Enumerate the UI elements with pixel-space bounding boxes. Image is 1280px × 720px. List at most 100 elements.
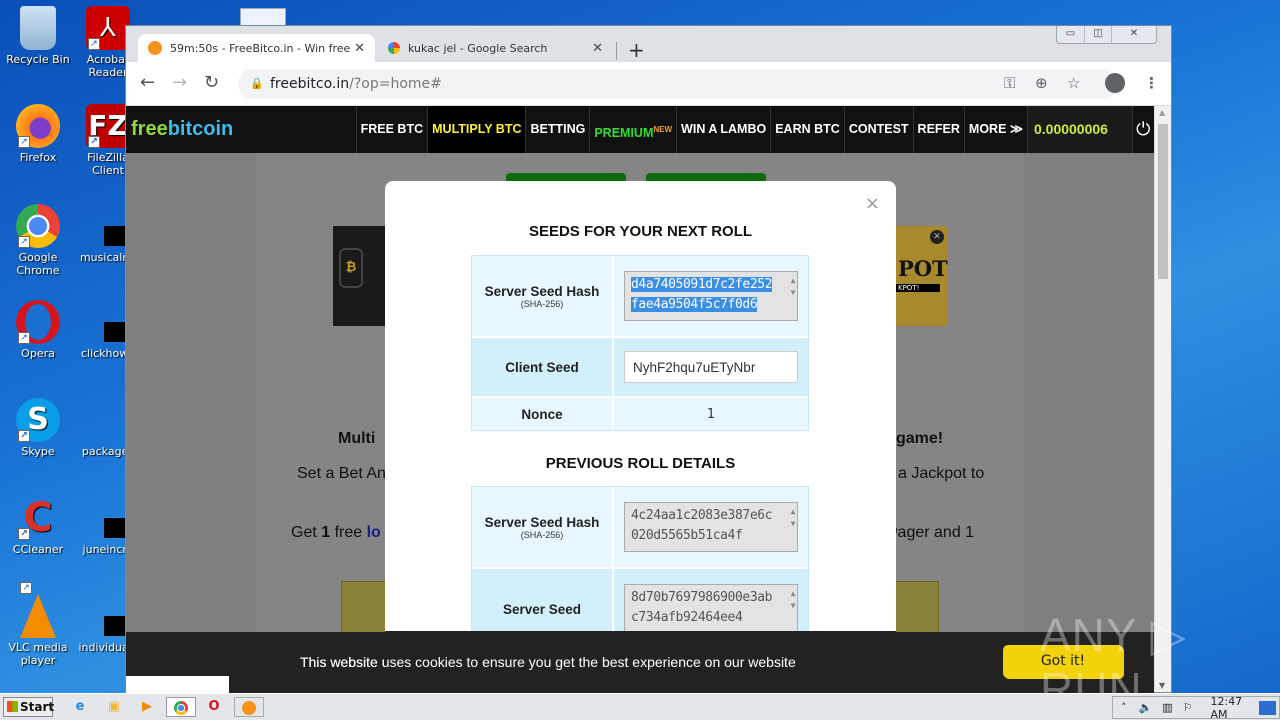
client-seed-input[interactable] [624,351,798,383]
nav-earn-btc[interactable]: EARN BTC [770,106,844,153]
chrome-icon: ↗ [16,204,60,248]
taskbar-media-player-icon[interactable]: ▶ [133,697,161,717]
prev-server-seed-textarea[interactable]: 8d70b7697986900e3abc734afb92464ee4 ▲ ▼ [624,584,798,634]
previous-roll-title: PREVIOUS ROLL DETAILS [545,455,736,472]
desktop-icon-ccleaner[interactable]: C ↗ CCleaner [0,496,76,556]
menu-kebab-icon[interactable]: ⋮ [1144,74,1159,92]
clock[interactable]: 12:47 AM [1210,695,1259,720]
back-icon[interactable]: ← [140,72,155,93]
key-icon[interactable]: ⚿ [1004,74,1015,92]
lottery-link[interactable]: lo [367,524,381,541]
nav-refer[interactable]: REFER [912,106,964,153]
ccleaner-icon: C ↗ [16,496,60,540]
network-icon[interactable]: ▥ [1162,701,1172,714]
maximize-button[interactable]: ◫ [1084,26,1111,43]
new-tab-button[interactable]: + [628,38,645,62]
close-tab-icon[interactable]: ✕ [354,41,365,56]
next-roll-title: SEEDS FOR YOUR NEXT ROLL [528,223,753,240]
site-header: freebitcoin FREE BTC MULTIPLY BTC BETTIN… [126,106,1154,184]
desktop-icon-opera[interactable]: ↗ Opera [0,300,76,360]
redacted-icon [86,594,144,638]
textarea-scroll-icon[interactable]: ▲ ▼ [791,588,796,612]
scroll-up-icon[interactable]: ▲ [1159,108,1165,117]
row-label: Client Seed [505,359,579,375]
taskbar: Start e ▣ ▶ O ˄ 🔈 ▥ ⚐ 12:47 AM [0,693,1280,720]
bookmark-star-icon[interactable]: ☆ [1067,74,1080,92]
nonce-value: 1 [612,398,808,430]
provably-fair-modal: × SEEDS FOR YOUR NEXT ROLL Server Seed H… [385,181,896,641]
system-tray: ˄ 🔈 ▥ ⚐ 12:47 AM [1112,695,1280,720]
url-path: /?op=home# [349,76,442,92]
nav-more[interactable]: MORE ≫ [963,106,1027,153]
prev-server-seed-hash-textarea[interactable]: 4c24aa1c2083e387e6c020d5565b51ca4f ▲ ▼ [624,502,798,552]
window-controls: ▭ ◫ ✕ [1056,26,1157,44]
desktop-icon-label: Skype [21,445,55,458]
tab-freebitco[interactable]: 59m:50s - FreeBitco.in - Win free bit ✕ [138,34,375,62]
page-heading-left: Multi [338,430,376,447]
jackpot-subtext: KPOT! [896,284,940,292]
yellow-button[interactable] [891,581,939,633]
bitcoin-reel-icon: ₿ [339,248,363,288]
tab-bar: 59m:50s - FreeBitco.in - Win free bit ✕ … [126,26,1171,62]
slot-banner[interactable]: ₿ [333,226,393,326]
new-badge: NEW [653,125,673,134]
zoom-plus-icon[interactable]: ⊕ [1035,74,1048,92]
taskbar-chrome-icon[interactable] [166,697,196,717]
site-logo[interactable]: freebitcoin [126,106,346,153]
white-block [126,676,229,694]
desktop-icon-label: Opera [21,347,55,360]
reload-icon[interactable]: ↻ [204,72,219,93]
taskbar-opera-icon[interactable]: O [200,697,228,717]
desktop-icon-firefox[interactable]: ↗ Firefox [0,104,76,164]
close-window-button[interactable]: ✕ [1111,26,1156,43]
nav-premium[interactable]: PREMIUMNEW [589,106,676,153]
taskbar-ie-icon[interactable]: e [66,697,94,717]
desktop-icon-chrome[interactable]: ↗ Google Chrome [0,204,76,277]
forward-icon[interactable]: → [172,72,187,93]
page-line2-left: Get 1 free lo [291,524,381,541]
nav-multiply-btc[interactable]: MULTIPLY BTC [427,106,526,153]
firefox-icon: ↗ [16,104,60,148]
tab-title: kukac jel - Google Search [408,41,548,55]
show-desktop-button[interactable] [1259,700,1276,715]
start-button[interactable]: Start [3,697,54,717]
page-scrollbar[interactable]: ▲ ▼ [1154,106,1171,692]
prev-server-seed-hash-row: Server Seed Hash (SHA-256) 4c24aa1c2083e3… [472,487,808,569]
taskbar-bitcoin-icon[interactable] [234,697,264,717]
volume-icon[interactable]: 🔈 [1139,701,1153,714]
profile-avatar-icon[interactable] [1105,73,1125,93]
nav-win-a-lambo[interactable]: WIN A LAMBO [676,106,770,153]
filezilla-icon: FZ ↗ [86,104,130,148]
minimize-button[interactable]: ▭ [1057,26,1084,43]
windows-logo-icon [7,701,18,712]
tray-expand-icon[interactable]: ˄ [1121,701,1127,714]
scrollbar-thumb[interactable] [1158,124,1168,279]
nav-betting[interactable]: BETTING [525,106,589,153]
close-banner-icon[interactable]: ✕ [930,230,944,244]
desktop-icon-label: VLC media player [8,641,68,667]
tab-google-search[interactable]: kukac jel - Google Search ✕ [378,34,613,62]
jackpot-banner[interactable]: ✕ POT KPOT! [896,226,948,326]
address-bar[interactable]: 🔒 freebitco.in/?op=home# [238,69,1118,99]
taskbar-explorer-icon[interactable]: ▣ [100,697,128,717]
nav-free-btc[interactable]: FREE BTC [355,106,428,153]
row-label: Server Seed Hash (SHA-256) [484,514,600,540]
vlc-icon: ↗ [20,582,56,638]
next-server-seed-hash-textarea[interactable]: d4a7405091d7c2fe252fae4a9504f5c7f0d6 ▲ ▼ [624,271,798,321]
desktop-icon-label: Google Chrome [16,251,60,277]
textarea-scroll-icon[interactable]: ▲ ▼ [791,275,796,299]
desktop-icon-recycle-bin[interactable]: Recycle Bin [0,6,76,66]
logout-power-icon[interactable]: ⏻ [1131,106,1154,153]
desktop-icon-skype[interactable]: S ↗ Skype [0,398,76,458]
redacted-icon [86,496,144,540]
action-center-flag-icon[interactable]: ⚐ [1183,701,1193,714]
desktop-icon-vlc[interactable]: ↗ VLC media player [0,582,76,667]
modal-close-icon[interactable]: × [865,193,880,214]
google-favicon-icon [388,42,400,54]
textarea-scroll-icon[interactable]: ▲ ▼ [791,506,796,530]
page-line1-right: a Jackpot to [898,465,985,482]
url-host: freebitco.in [270,76,350,92]
close-tab-icon[interactable]: ✕ [592,41,603,56]
redacted-icon [86,204,144,248]
nav-contest[interactable]: CONTEST [843,106,913,153]
